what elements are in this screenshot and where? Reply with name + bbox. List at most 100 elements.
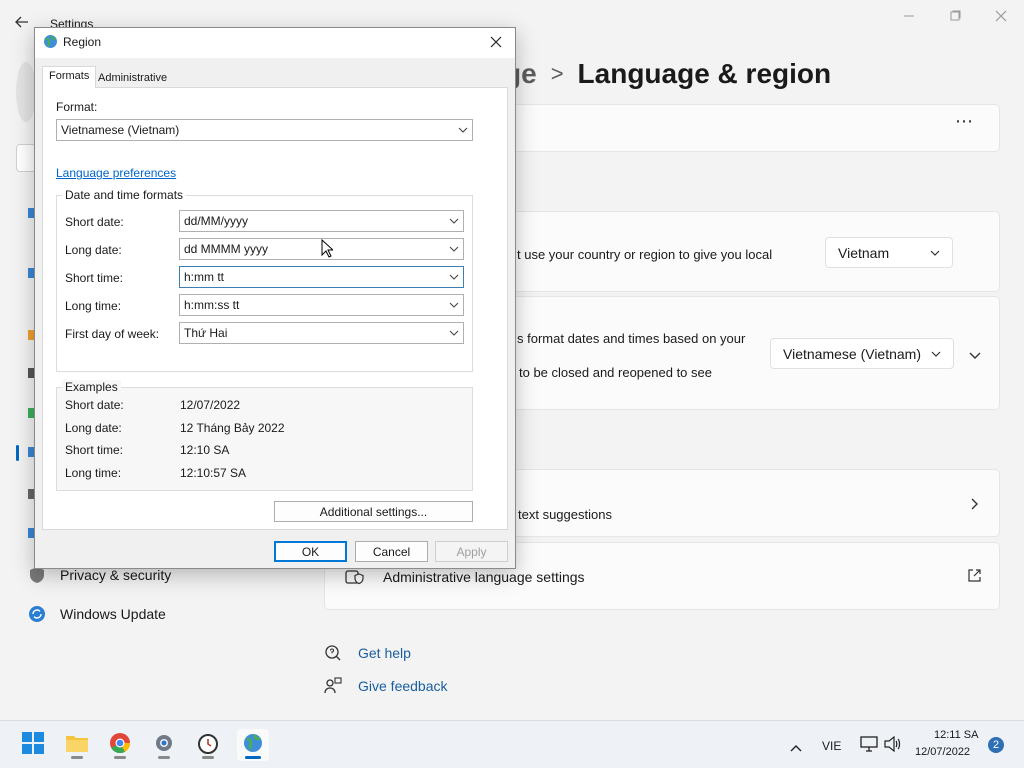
chevron-down-icon xyxy=(930,247,940,259)
language-preferences-link[interactable]: Language preferences xyxy=(56,166,176,180)
short-time-select[interactable]: h:mm tt xyxy=(179,266,464,288)
nav-selection-indicator xyxy=(16,445,19,461)
ok-button[interactable]: OK xyxy=(274,541,347,562)
example-long-date-label: Long date: xyxy=(65,421,122,435)
format-select[interactable]: Vietnamese (Vietnam) xyxy=(56,119,473,141)
example-short-time-label: Short time: xyxy=(65,443,124,457)
chevron-right-icon xyxy=(971,497,979,515)
examples-title: Examples xyxy=(62,380,121,394)
folder-icon xyxy=(65,733,89,758)
mouse-cursor-icon xyxy=(321,238,335,263)
example-long-time-value: 12:10:57 SA xyxy=(180,466,247,480)
globe-icon xyxy=(43,34,58,49)
dialog-titlebar[interactable]: Region xyxy=(35,28,515,58)
tab-administrative[interactable]: Administrative xyxy=(92,69,173,87)
file-explorer-button[interactable] xyxy=(61,729,93,761)
chevron-down-icon xyxy=(449,300,459,310)
admin-language-label: Administrative language settings xyxy=(383,569,585,585)
regional-format-value: Vietnamese (Vietnam) xyxy=(783,345,921,362)
sidebar-item-label: Windows Update xyxy=(60,606,166,622)
refresh-icon xyxy=(28,605,46,623)
sidebar-item-windows-update[interactable]: Windows Update xyxy=(28,605,166,623)
dialog-title: Region xyxy=(63,35,102,49)
region-app-button[interactable] xyxy=(237,729,269,761)
clock-app-button[interactable] xyxy=(192,729,224,761)
running-indicator xyxy=(202,756,214,759)
input-language-indicator[interactable]: VIE xyxy=(822,739,841,753)
minimize-button[interactable] xyxy=(886,6,932,28)
example-long-time-label: Long time: xyxy=(65,466,122,480)
start-button[interactable] xyxy=(17,729,49,761)
tab-formats[interactable]: Formats xyxy=(42,66,97,88)
network-icon[interactable] xyxy=(860,736,878,757)
chevron-down-icon xyxy=(931,348,941,360)
clock-time[interactable]: 12:11 SA xyxy=(934,729,978,741)
example-long-date-value: 12 Tháng Bảy 2022 xyxy=(180,421,285,435)
sidebar-item-label: Privacy & security xyxy=(60,567,172,583)
gear-icon xyxy=(153,732,175,759)
external-link-icon xyxy=(968,569,981,587)
chevron-up-icon[interactable] xyxy=(790,739,802,757)
country-dropdown[interactable]: Vietnam xyxy=(825,237,953,268)
chevron-down-icon xyxy=(449,216,459,226)
volume-icon[interactable] xyxy=(884,735,902,757)
notification-badge[interactable]: 2 xyxy=(988,737,1004,753)
get-help-link[interactable]: Get help xyxy=(324,644,411,662)
feedback-person-icon xyxy=(324,677,342,695)
long-date-value: dd MMMM yyyy xyxy=(184,242,268,256)
windows-logo-icon xyxy=(22,731,44,759)
example-short-time-value: 12:10 SA xyxy=(180,443,230,457)
breadcrumb-separator: > xyxy=(550,61,564,86)
page-title: ge > Language & region xyxy=(504,58,831,90)
chrome-button[interactable] xyxy=(104,729,136,761)
chevron-down-icon xyxy=(458,125,468,135)
typing-card[interactable]: text suggestions xyxy=(508,469,1000,537)
region-dialog: Region Formats Administrative Format: Vi… xyxy=(34,27,516,569)
date-time-formats-title: Date and time formats xyxy=(62,188,187,202)
close-icon[interactable] xyxy=(483,30,509,54)
first-day-value: Thứ Hai xyxy=(184,326,228,340)
give-feedback-label: Give feedback xyxy=(358,678,448,694)
search-box-edge[interactable] xyxy=(16,144,36,172)
running-indicator xyxy=(114,756,126,759)
format-select-value: Vietnamese (Vietnam) xyxy=(61,123,180,137)
short-time-label: Short time: xyxy=(65,271,124,285)
chrome-icon xyxy=(109,732,131,759)
taskbar: VIE 12:11 SA 12/07/2022 xyxy=(0,720,1024,768)
regional-format-line2: to be closed and reopened to see xyxy=(519,365,712,380)
long-date-label: Long date: xyxy=(65,243,122,257)
chevron-down-icon xyxy=(449,328,459,338)
close-window-button[interactable] xyxy=(978,6,1024,28)
give-feedback-link[interactable]: Give feedback xyxy=(324,677,448,695)
apply-button[interactable]: Apply xyxy=(435,541,508,562)
regional-format-dropdown[interactable]: Vietnamese (Vietnam) xyxy=(770,338,954,369)
short-date-value: dd/MM/yyyy xyxy=(184,214,249,228)
country-region-description: t use your country or region to give you… xyxy=(517,247,773,262)
expand-chevron-icon[interactable] xyxy=(969,347,981,365)
running-indicator xyxy=(158,756,170,759)
long-time-select[interactable]: h:mm:ss tt xyxy=(179,294,464,316)
help-chat-icon xyxy=(324,644,342,662)
example-short-date-label: Short date: xyxy=(65,398,124,412)
cancel-button[interactable]: Cancel xyxy=(355,541,428,562)
language-card: ⋯ xyxy=(508,104,1000,152)
additional-settings-button[interactable]: Additional settings... xyxy=(274,501,473,522)
clock-icon xyxy=(197,732,219,759)
first-day-label: First day of week: xyxy=(65,327,160,341)
first-day-select[interactable]: Thứ Hai xyxy=(179,322,464,344)
clock-date[interactable]: 12/07/2022 xyxy=(915,746,970,758)
chevron-down-icon xyxy=(449,272,459,282)
maximize-button[interactable] xyxy=(932,6,978,28)
more-options-icon[interactable]: ⋯ xyxy=(955,111,973,132)
country-region-card: t use your country or region to give you… xyxy=(508,211,1000,292)
running-indicator xyxy=(245,756,261,759)
avatar xyxy=(16,62,36,122)
short-date-select[interactable]: dd/MM/yyyy xyxy=(179,210,464,232)
back-arrow-icon[interactable] xyxy=(14,14,34,34)
admin-shield-icon xyxy=(345,568,365,591)
regional-format-card: s format dates and times based on your t… xyxy=(508,296,1000,410)
settings-button[interactable] xyxy=(148,729,180,761)
chevron-down-icon xyxy=(449,244,459,254)
get-help-label: Get help xyxy=(358,645,411,661)
format-label: Format: xyxy=(56,100,98,114)
